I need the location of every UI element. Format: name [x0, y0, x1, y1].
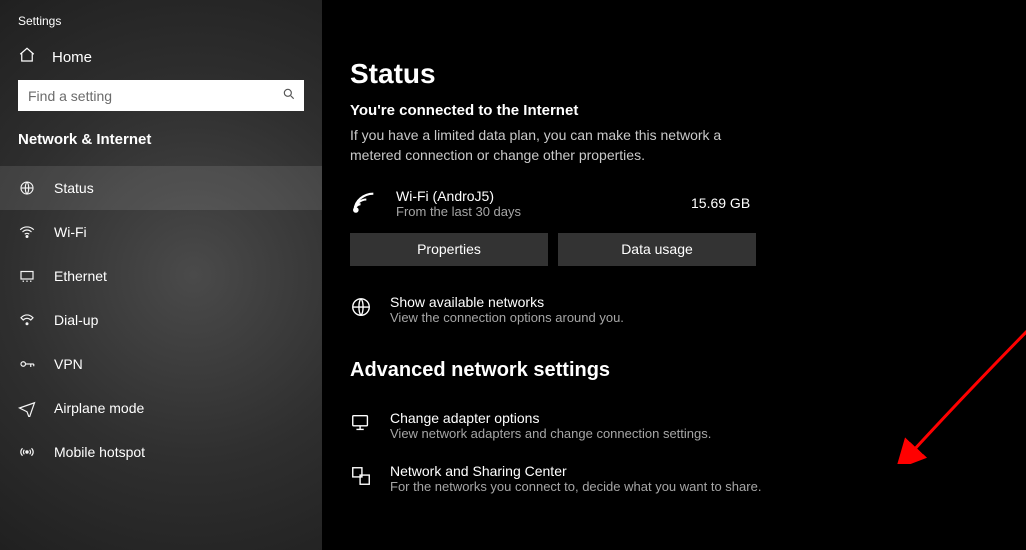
nav-dialup-label: Dial-up — [54, 312, 98, 328]
nav-hotspot-label: Mobile hotspot — [54, 444, 145, 460]
wifi-icon — [18, 223, 36, 241]
show-available-networks[interactable]: Show available networks View the connect… — [350, 294, 990, 325]
advanced-heading: Advanced network settings — [350, 359, 990, 382]
connection-name: Wi-Fi (AndroJ5) — [396, 188, 521, 204]
nav-airplane-label: Airplane mode — [54, 400, 144, 416]
wifi-signal-icon — [350, 189, 378, 217]
nav-ethernet[interactable]: Ethernet — [0, 254, 322, 298]
nav-airplane[interactable]: Airplane mode — [0, 386, 322, 430]
page-title: Status — [350, 58, 990, 90]
connection-row: Wi-Fi (AndroJ5) From the last 30 days 15… — [350, 188, 990, 219]
hotspot-icon — [18, 443, 36, 461]
status-icon — [18, 179, 36, 197]
available-networks-title: Show available networks — [390, 294, 624, 310]
data-usage-button[interactable]: Data usage — [558, 233, 756, 266]
nav-status[interactable]: Status — [0, 166, 322, 210]
vpn-icon — [18, 355, 36, 373]
sharing-sub: For the networks you connect to, decide … — [390, 479, 761, 494]
app-title: Settings — [0, 10, 322, 42]
adapter-icon — [350, 412, 372, 434]
properties-button[interactable]: Properties — [350, 233, 548, 266]
connection-usage: 15.69 GB — [691, 195, 750, 211]
section-heading: Network & Internet — [0, 129, 322, 166]
nav-vpn[interactable]: VPN — [0, 342, 322, 386]
connection-sub: From the last 30 days — [396, 204, 521, 219]
sharing-title: Network and Sharing Center — [390, 463, 761, 479]
globe-icon — [350, 296, 372, 318]
settings-sidebar: Settings Home Find a setting Network & I… — [0, 0, 322, 550]
connection-status-heading: You're connected to the Internet — [350, 102, 990, 119]
connection-status-body: If you have a limited data plan, you can… — [350, 125, 770, 166]
nav-dialup[interactable]: Dial-up — [0, 298, 322, 342]
main-content: Status You're connected to the Internet … — [322, 0, 1026, 550]
dialup-icon — [18, 311, 36, 329]
nav-ethernet-label: Ethernet — [54, 268, 107, 284]
sharing-icon — [350, 465, 372, 487]
network-sharing-center[interactable]: Network and Sharing Center For the netwo… — [350, 463, 990, 494]
search-input[interactable]: Find a setting — [18, 80, 304, 111]
nav-vpn-label: VPN — [54, 356, 83, 372]
change-adapter-options[interactable]: Change adapter options View network adap… — [350, 410, 990, 441]
home-icon — [18, 46, 36, 68]
ethernet-icon — [18, 267, 36, 285]
search-icon — [282, 87, 296, 104]
airplane-icon — [18, 399, 36, 417]
available-networks-sub: View the connection options around you. — [390, 310, 624, 325]
nav-home-label: Home — [52, 49, 92, 66]
nav-wifi[interactable]: Wi-Fi — [0, 210, 322, 254]
nav-wifi-label: Wi-Fi — [54, 224, 87, 240]
adapter-sub: View network adapters and change connect… — [390, 426, 711, 441]
nav-hotspot[interactable]: Mobile hotspot — [0, 430, 322, 474]
nav-home[interactable]: Home — [0, 42, 322, 80]
search-placeholder: Find a setting — [28, 88, 282, 104]
adapter-title: Change adapter options — [390, 410, 711, 426]
nav-status-label: Status — [54, 180, 94, 196]
